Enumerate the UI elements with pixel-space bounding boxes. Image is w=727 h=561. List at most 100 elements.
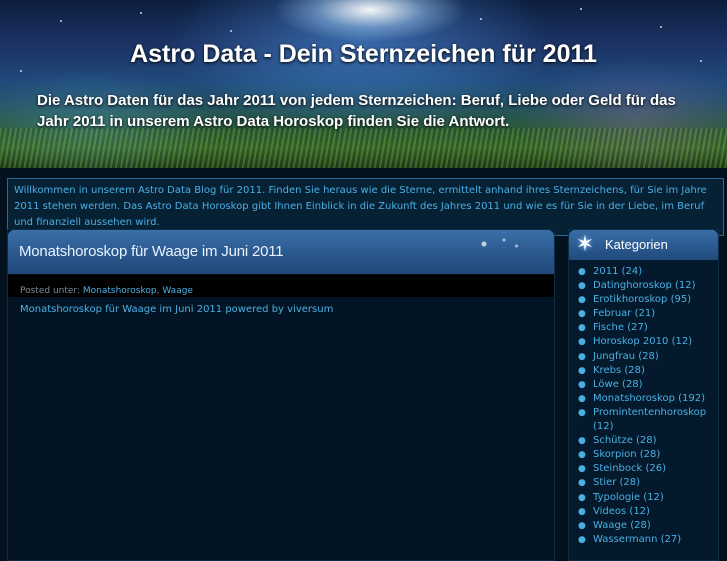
star-icon: ✶ <box>575 232 595 257</box>
post-title-link[interactable]: Monatshoroskop für Waage im Juni 2011 <box>19 243 284 260</box>
category-link[interactable]: Wassermann <box>593 534 657 545</box>
post-body: Monatshoroskop für Waage im Juni 2011 po… <box>20 304 334 315</box>
site-description: Die Astro Daten für das Jahr 2011 von je… <box>37 92 676 130</box>
category-item: ● Krebs (28) <box>569 364 718 378</box>
star-dot <box>20 70 22 72</box>
category-count: (28) <box>622 378 643 390</box>
star-dot <box>230 30 232 32</box>
category-count: (28) <box>630 519 651 531</box>
category-item: ● Februar (21) <box>569 307 718 321</box>
sparkle-icon <box>474 234 524 254</box>
bullet-icon: ● <box>578 351 586 362</box>
star-dot <box>580 8 582 10</box>
category-item: ● Skorpion (28) <box>569 448 718 462</box>
category-link[interactable]: Steinbock <box>593 463 642 474</box>
category-item: ● Waage (28) <box>569 519 718 533</box>
sidebar: ✶ Kategorien ● 2011 (24) ● Datinghoroskop (… <box>568 229 719 561</box>
category-count: (27) <box>660 533 682 545</box>
category-item: ● Erotikhoroskop (95) <box>569 293 718 307</box>
sidebar-title: Kategorien <box>605 237 668 252</box>
category-count: (28) <box>636 435 657 447</box>
bullet-icon: ● <box>578 295 586 306</box>
category-count: (28) <box>639 449 661 461</box>
sidebar-header: ✶ Kategorien <box>569 230 718 260</box>
category-link[interactable]: Typologie <box>593 492 640 503</box>
bullet-icon: ● <box>578 436 586 447</box>
posted-label: Posted unter: <box>20 286 80 296</box>
category-link[interactable]: Videos <box>593 506 626 517</box>
header-banner: Astro Data - Dein Sternzeichen für 2011 … <box>0 0 727 168</box>
category-link[interactable]: 2011 <box>593 266 618 277</box>
category-item: ● Videos (12) <box>569 505 718 519</box>
category-item: ● Stier (28) <box>569 476 718 490</box>
category-item: ● Promintentenhoroskop (12) <box>569 406 718 434</box>
category-separator: , <box>156 286 160 296</box>
bullet-icon: ● <box>578 492 586 503</box>
category-item: ● Typologie (12) <box>569 491 718 505</box>
banner-grass <box>0 128 727 168</box>
category-count: (12) <box>643 491 664 503</box>
bullet-icon: ● <box>578 506 586 517</box>
category-link[interactable]: Skorpion <box>593 449 637 460</box>
star-dot <box>140 12 142 14</box>
post-category-link[interactable]: Monatshoroskop <box>83 286 157 296</box>
bullet-icon: ● <box>578 267 586 277</box>
bullet-icon: ● <box>578 379 586 390</box>
category-list: ● 2011 (24) ● Datinghoroskop (12) ● Erotikhor… <box>569 260 718 547</box>
category-count: (12) <box>593 421 614 433</box>
category-item: ● Schütze (28) <box>569 434 718 448</box>
site-title[interactable]: Astro Data - Dein Sternzeichen für 2011 <box>0 40 727 69</box>
category-link[interactable]: Monatshoroskop <box>593 393 675 404</box>
category-item: ● 2011 (24) <box>569 265 718 279</box>
category-link[interactable]: Fische <box>593 322 624 333</box>
bullet-icon: ● <box>578 520 586 531</box>
category-link[interactable]: Jungfrau <box>593 351 635 362</box>
category-count: (192) <box>678 392 705 404</box>
category-link[interactable]: Februar <box>593 308 631 319</box>
category-item: ● Fische (27) <box>569 321 718 335</box>
category-item: ● Jungfrau (28) <box>569 350 718 364</box>
category-link[interactable]: Stier <box>593 477 616 488</box>
category-link[interactable]: Promintentenhoroskop <box>593 407 706 418</box>
category-count: (21) <box>634 308 656 320</box>
bullet-icon: ● <box>578 450 586 461</box>
bullet-icon: ● <box>578 407 586 418</box>
post-category-link[interactable]: Waage <box>162 286 193 296</box>
category-link[interactable]: Schütze <box>593 435 633 446</box>
category-link[interactable]: Krebs <box>593 365 621 376</box>
intro-box: Willkommen in unserem Astro Data Blog fü… <box>7 178 724 236</box>
category-item: ● Horoskop 2010 (12) <box>569 335 718 349</box>
category-count: (28) <box>619 477 641 489</box>
category-count: (12) <box>629 505 650 517</box>
bullet-icon: ● <box>578 464 586 475</box>
bullet-icon: ● <box>578 281 586 292</box>
intro-text: Willkommen in unserem Astro Data Blog fü… <box>14 185 707 228</box>
post-header: Monatshoroskop für Waage im Juni 2011 <box>8 230 554 274</box>
bullet-icon: ● <box>578 393 586 404</box>
bullet-icon: ● <box>578 337 586 348</box>
post-meta: Posted unter: Monatshoroskop, Waage <box>8 275 554 297</box>
star-dot <box>480 18 482 20</box>
category-link[interactable]: Datinghoroskop <box>593 280 672 291</box>
category-count: (24) <box>621 266 643 277</box>
star-dot <box>660 26 662 28</box>
category-link[interactable]: Erotikhoroskop <box>593 294 667 305</box>
category-link[interactable]: Waage <box>593 520 627 531</box>
star-dot <box>60 20 62 22</box>
bullet-icon: ● <box>578 309 586 320</box>
category-item: ● Datinghoroskop (12) <box>569 279 718 293</box>
category-count: (28) <box>638 350 659 362</box>
bullet-icon: ● <box>578 323 586 334</box>
category-item: ● Monatshoroskop (192) <box>569 392 718 406</box>
category-count: (27) <box>627 322 648 334</box>
category-count: (28) <box>624 364 645 376</box>
category-link[interactable]: Horoskop 2010 <box>593 336 668 347</box>
post: Monatshoroskop für Waage im Juni 2011 Po… <box>7 229 555 561</box>
bullet-icon: ● <box>578 478 586 489</box>
category-count: (26) <box>645 463 667 475</box>
post-meta-bar: Posted unter: Monatshoroskop, Waage <box>8 274 554 297</box>
category-item: ● Steinbock (26) <box>569 462 718 476</box>
bullet-icon: ● <box>578 365 586 376</box>
category-item: ● Löwe (28) <box>569 378 718 392</box>
category-link[interactable]: Löwe <box>593 379 619 390</box>
